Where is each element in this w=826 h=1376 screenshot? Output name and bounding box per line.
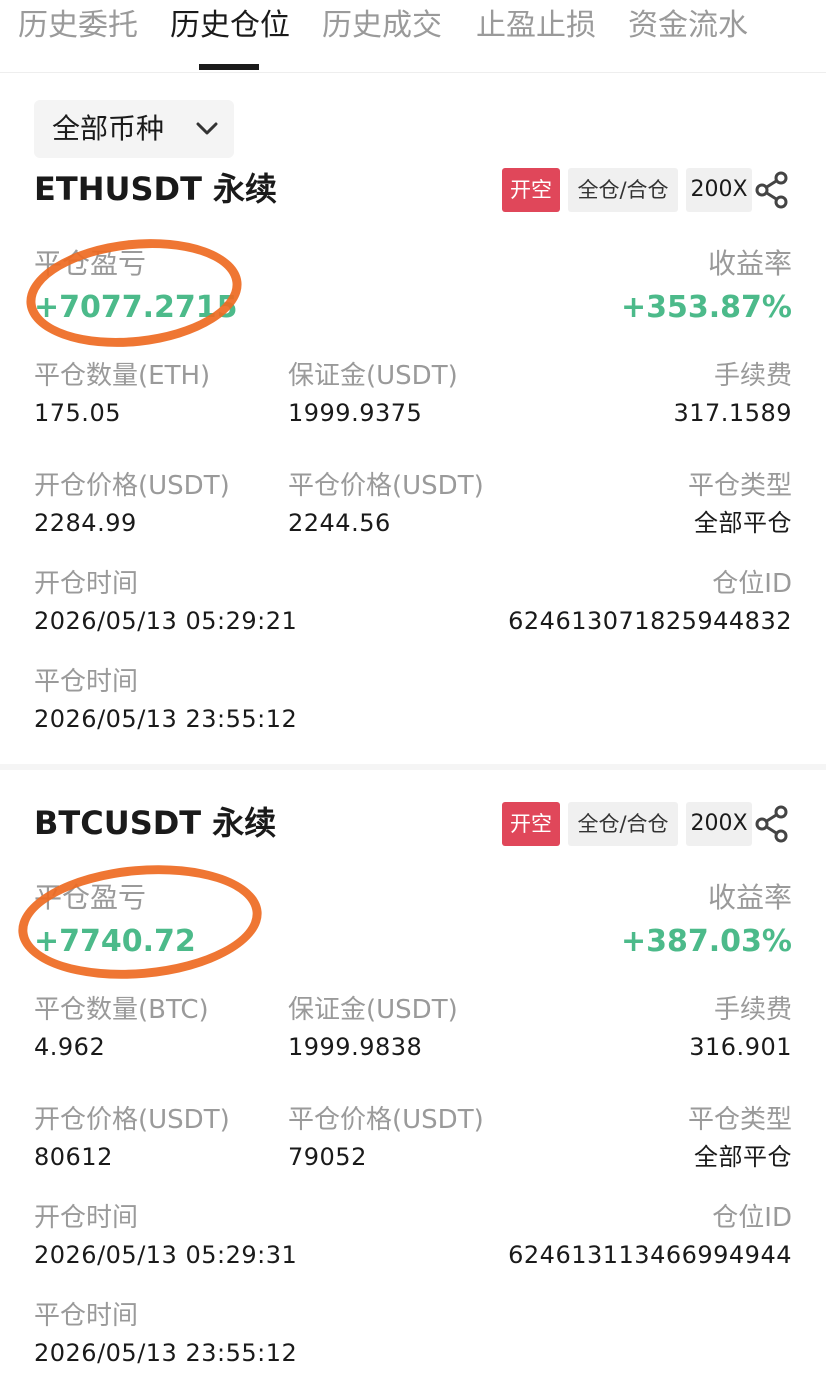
close-price-label: 平仓价格(USDT) [288,471,484,501]
active-tab-indicator [199,64,259,70]
open-price-label: 开仓价格(USDT) [34,1105,230,1135]
open-time-label: 开仓时间 [34,1203,139,1233]
close-time-value: 2026/05/13 23:55:12 [34,705,298,733]
position-id-value: 624613071825944832 [508,607,792,635]
share-icon[interactable] [754,804,790,844]
fee-label: 手续费 [713,361,792,391]
close-price-value: 79052 [288,1143,367,1171]
side-tag: 开空 [502,802,560,846]
fee-value: 317.1589 [673,399,792,427]
qty-value: 4.962 [34,1033,106,1061]
close-type-label: 平仓类型 [687,471,792,501]
share-icon[interactable] [754,170,790,210]
roi-label: 收益率 [707,247,792,280]
position-id-value: 624613113466994944 [508,1241,792,1269]
position-id-label: 仓位ID [712,1203,792,1233]
tab-tp-sl[interactable]: 止盈止损 [476,4,596,48]
open-price-value: 2284.99 [34,509,137,537]
roi-value: +387.03% [621,924,792,959]
pnl-value: +7740.72 [34,924,196,959]
tab-trade-history[interactable]: 历史成交 [322,4,442,48]
qty-value: 175.05 [34,399,121,427]
close-time-value: 2026/05/13 23:55:12 [34,1339,298,1367]
tab-order-history[interactable]: 历史委托 [18,4,138,48]
open-time-label: 开仓时间 [34,569,139,599]
coin-filter-label: 全部币种 [52,112,165,145]
side-tag: 开空 [502,168,560,212]
roi-label: 收益率 [707,881,792,914]
close-time-label: 平仓时间 [34,1301,139,1331]
open-time-value: 2026/05/13 05:29:21 [34,607,298,635]
margin-value: 1999.9838 [288,1033,423,1061]
margin-value: 1999.9375 [288,399,423,427]
qty-label: 平仓数量(BTC) [34,995,209,1025]
position-symbol: BTCUSDT 永续 [34,804,277,842]
position-card-btc: BTCUSDT 永续 开空 全仓/合仓 200X 平仓盈亏 收益率 +7740.… [0,770,826,1376]
position-card-eth: ETHUSDT 永续 开空 全仓/合仓 200X 平仓盈亏 收益率 +7077.… [0,160,826,764]
close-time-label: 平仓时间 [34,667,139,697]
tab-bar: 历史委托 历史仓位 历史成交 止盈止损 资金流水 [0,0,826,73]
margin-label: 保证金(USDT) [288,361,458,391]
pnl-value: +7077.2715 [34,290,238,325]
pnl-label: 平仓盈亏 [34,881,147,914]
close-type-label: 平仓类型 [687,1105,792,1135]
margin-label: 保证金(USDT) [288,995,458,1025]
open-price-value: 80612 [34,1143,113,1171]
margin-mode-tag: 全仓/合仓 [568,802,678,846]
tab-fund-flow[interactable]: 资金流水 [628,4,748,48]
tab-position-history[interactable]: 历史仓位 [170,4,290,48]
close-price-label: 平仓价格(USDT) [288,1105,484,1135]
qty-label: 平仓数量(ETH) [34,361,211,391]
fee-value: 316.901 [689,1033,792,1061]
close-type-value: 全部平仓 [694,509,792,537]
fee-label: 手续费 [713,995,792,1025]
position-symbol: ETHUSDT 永续 [34,170,278,208]
pnl-label: 平仓盈亏 [34,247,147,280]
roi-value: +353.87% [621,290,792,325]
chevron-down-icon [196,122,218,135]
close-type-value: 全部平仓 [694,1143,792,1171]
leverage-tag: 200X [686,168,752,212]
close-price-value: 2244.56 [288,509,391,537]
open-time-value: 2026/05/13 05:29:31 [34,1241,298,1269]
coin-filter-dropdown[interactable]: 全部币种 [34,100,234,158]
open-price-label: 开仓价格(USDT) [34,471,230,501]
position-id-label: 仓位ID [712,569,792,599]
leverage-tag: 200X [686,802,752,846]
margin-mode-tag: 全仓/合仓 [568,168,678,212]
